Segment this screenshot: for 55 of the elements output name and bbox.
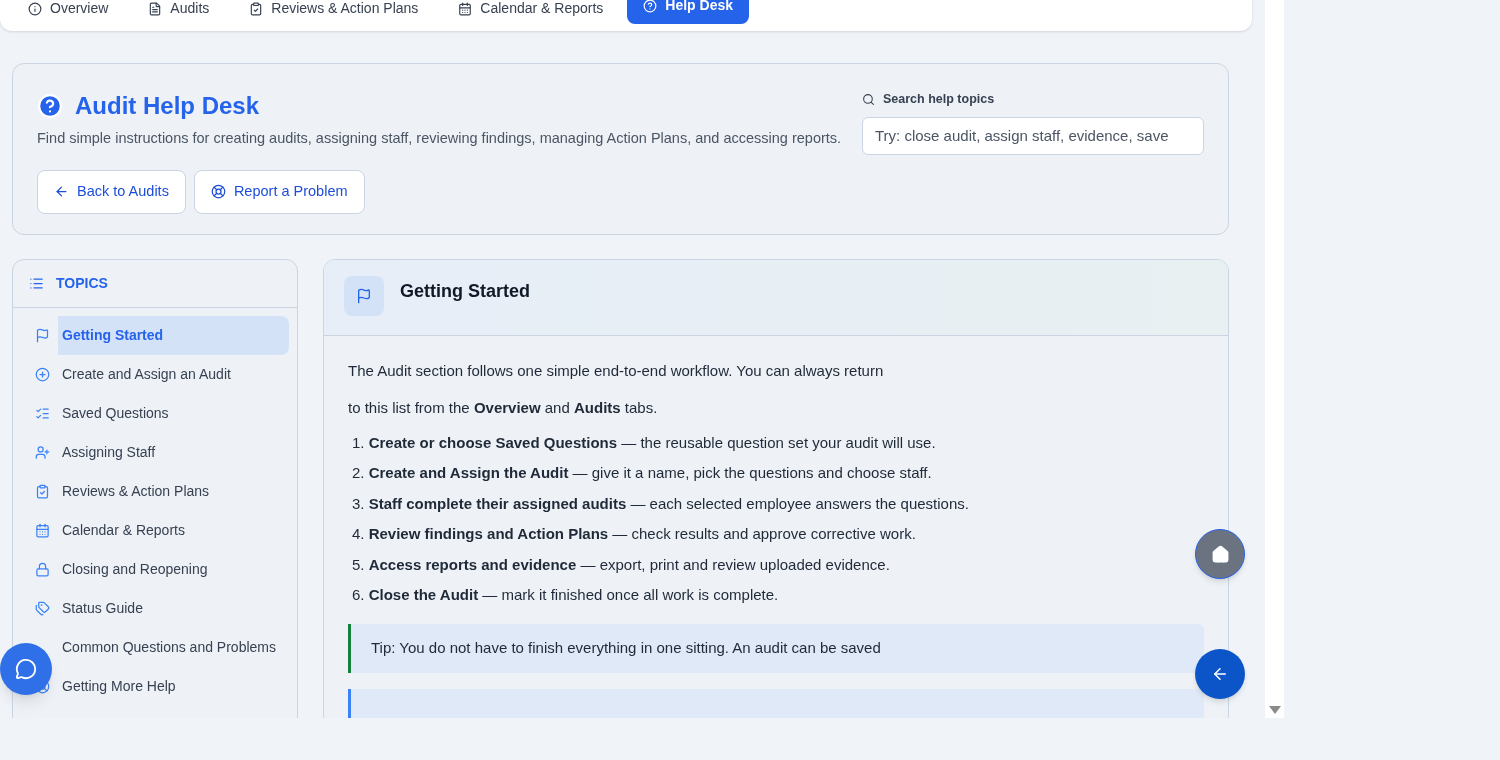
- topic-item[interactable]: Calendar & Reports: [58, 510, 289, 550]
- lock-icon: [35, 561, 50, 577]
- page-description: Find simple instructions for creating audits, assigning staff, reviewing findings, managing Action Plans, and accessing reports.: [37, 129, 842, 148]
- nav-tab[interactable]: Calendar & Reports: [442, 0, 620, 27]
- workflow-step: 1. Create or choose Saved Questions — the reusable question set your audit will use.: [348, 427, 1204, 459]
- back-button[interactable]: [1195, 649, 1245, 699]
- nav-tab[interactable]: Reviews & Action Plans: [233, 0, 435, 27]
- home-icon: [1210, 544, 1230, 564]
- chat-icon: [15, 658, 37, 680]
- workflow-step: 4. Review findings and Action Plans — check results and approve corrective work.: [348, 519, 1204, 550]
- article-title: Getting Started: [400, 279, 530, 303]
- topic-item[interactable]: Saved Questions: [58, 393, 289, 433]
- document-icon: [148, 1, 163, 16]
- nav-tab[interactable]: Audits: [132, 0, 226, 27]
- flag-icon: [356, 287, 372, 304]
- chat-button[interactable]: [0, 643, 52, 695]
- topic-item[interactable]: Common Questions and Problems: [58, 627, 289, 667]
- info-icon: [28, 1, 42, 16]
- topic-item[interactable]: Getting More Help: [58, 666, 289, 706]
- page-title: Audit Help Desk: [75, 91, 260, 121]
- header-button[interactable]: Back to Audits: [37, 169, 186, 214]
- tags-icon: [35, 600, 50, 616]
- scrollbar[interactable]: [1265, 0, 1284, 718]
- help-icon: [37, 93, 63, 119]
- checklist-icon: [35, 405, 50, 421]
- workflow-step: 6. Close the Audit — mark it finished once all work is complete.: [348, 580, 1204, 611]
- intro-text: to this list from the Overview and Audits tabs.: [348, 397, 659, 418]
- topic-item[interactable]: Closing and Reopening: [58, 549, 289, 589]
- help-icon: [643, 0, 658, 13]
- workflow-step: 2. Create and Assign the Audit — give it a name, pick the questions and choose staff.: [348, 458, 1204, 489]
- calendar-icon: [458, 1, 473, 16]
- topic-item[interactable]: Getting Started: [58, 315, 289, 355]
- search-field[interactable]: Try: close audit, assign staff, evidence, save: [862, 116, 1204, 155]
- topic-item[interactable]: Assigning Staff: [58, 432, 289, 472]
- workflow-step: 5. Access reports and evidence — export, print and review uploaded evidence.: [348, 549, 1204, 581]
- topic-item[interactable]: Status Guide: [58, 588, 289, 628]
- search-icon: [862, 92, 875, 106]
- flag-icon: [35, 327, 50, 343]
- add-user-icon: [35, 444, 50, 460]
- nav-tab[interactable]: Overview: [12, 0, 125, 27]
- clipboard-check-icon: [249, 1, 264, 16]
- list-icon: [29, 275, 44, 291]
- clipboard-check-icon: [35, 483, 50, 499]
- nav-tab[interactable]: Help Desk: [627, 0, 749, 24]
- scroll-down-icon[interactable]: [1268, 706, 1281, 714]
- search-label: Search help topics: [883, 91, 995, 108]
- topic-item[interactable]: Create and Assign an Audit: [58, 354, 289, 394]
- tip-text: Tip: You do not have to finish everything in one sitting. An audit can be saved: [371, 638, 881, 658]
- header-button[interactable]: Report a Problem: [193, 169, 365, 214]
- topic-item[interactable]: Reviews & Action Plans: [58, 471, 289, 511]
- topics-heading: TOPICS: [56, 273, 108, 293]
- calendar-icon: [35, 522, 50, 538]
- intro-text: The Audit section follows one simple end-to-end workflow. You can always return: [348, 360, 885, 381]
- workflow-step: 3. Staff complete their assigned audits — each selected employee answers the questions.: [348, 488, 1204, 520]
- plus-circle-icon: [35, 366, 50, 382]
